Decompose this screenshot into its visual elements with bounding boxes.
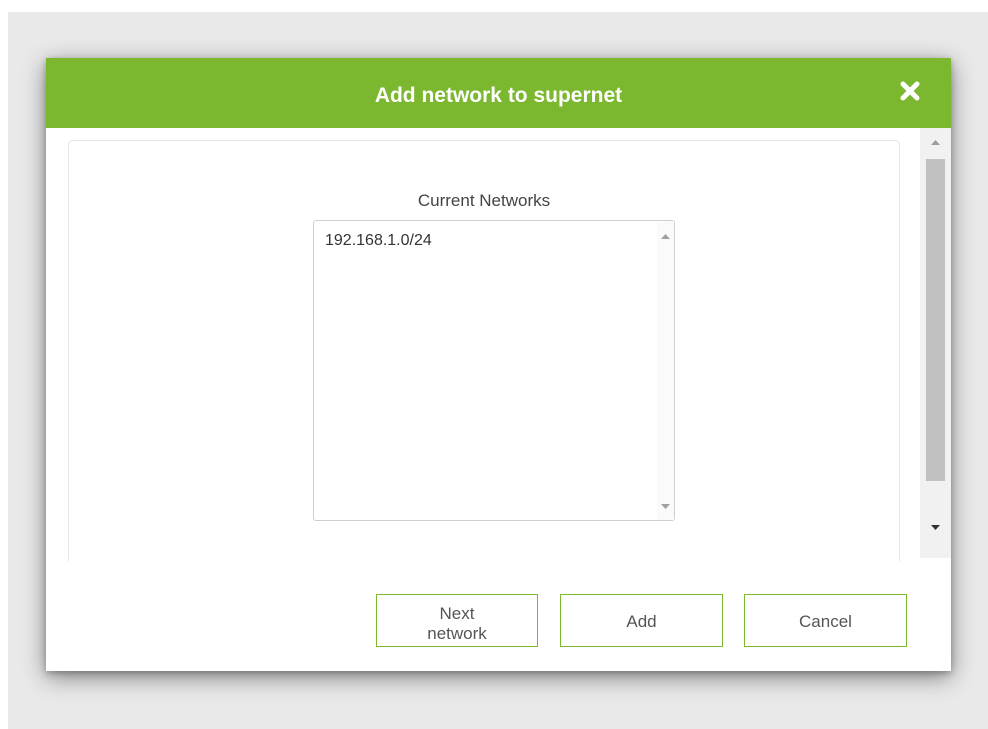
current-networks-label: Current Networks	[417, 191, 551, 210]
next-network-button[interactable]: Next network	[376, 594, 538, 647]
dialog-content-panel: Current Networks 192.168.1.0/24	[68, 140, 900, 561]
dialog-scroll-thumb[interactable]	[926, 159, 945, 481]
list-scrollbar[interactable]	[657, 221, 674, 520]
dialog-title: Add network to supernet	[374, 84, 623, 107]
scroll-up-arrow-icon	[931, 140, 940, 145]
network-list-item[interactable]: 192.168.1.0/24	[325, 232, 432, 250]
add-button[interactable]: Add	[560, 594, 723, 647]
cancel-button[interactable]: Cancel	[744, 594, 907, 647]
current-networks-list[interactable]: 192.168.1.0/24	[313, 220, 675, 521]
dialog-scrollbar[interactable]	[920, 128, 951, 558]
close-icon[interactable]	[897, 78, 923, 104]
scroll-up-arrow-icon	[661, 234, 670, 239]
scroll-down-arrow-icon	[931, 525, 940, 530]
next-network-label-line2: network	[427, 624, 487, 643]
scroll-down-arrow-icon	[661, 504, 670, 509]
dialog-titlebar: Add network to supernet	[46, 58, 951, 128]
next-network-label-line1: Next	[439, 604, 475, 623]
add-network-dialog: Add network to supernet Current Networks…	[46, 58, 951, 671]
